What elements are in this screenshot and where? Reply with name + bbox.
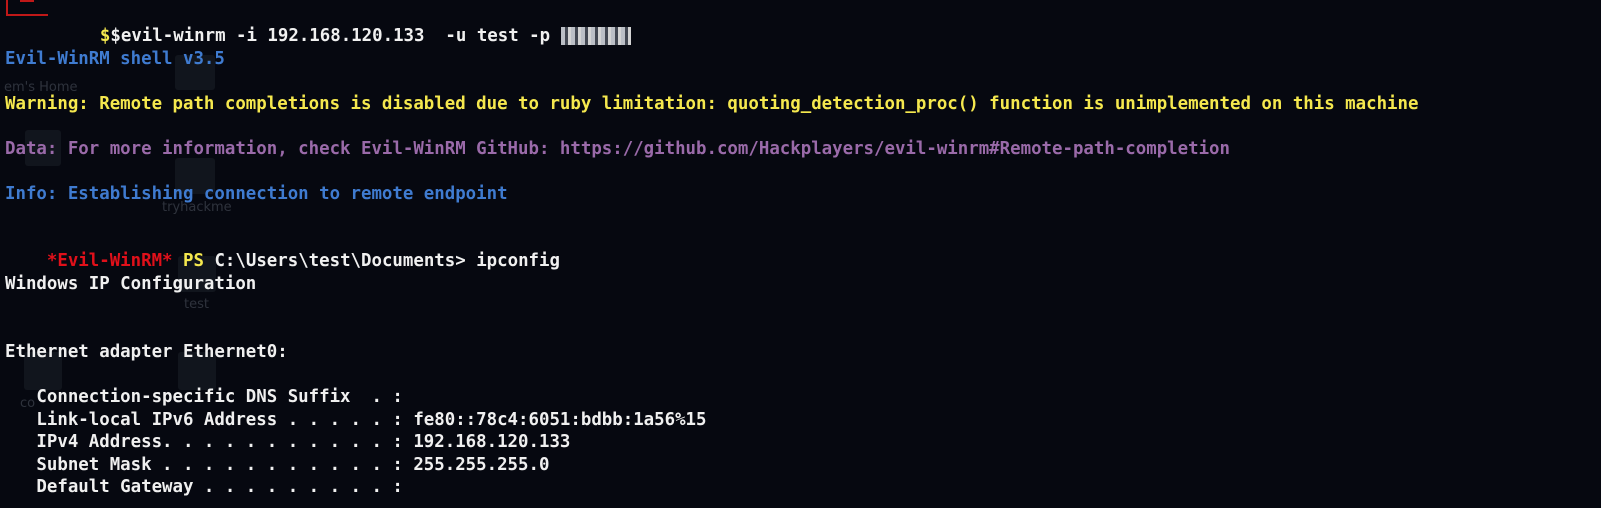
- ps-prompt-line: *Evil-WinRM* PS C:\Users\test\Documents>…: [5, 228, 560, 271]
- evil-winrm-banner: Evil-WinRM shell v3.5: [5, 49, 225, 69]
- output-row: Link-local IPv6 Address . . . . . : fe80…: [5, 410, 707, 430]
- command-line: $$evil-winrm -i 192.168.120.133 -u test …: [58, 3, 631, 46]
- terminal-window[interactable]: em's Home tryhackme test co $$evil-winrm…: [0, 0, 1601, 508]
- output-row: Subnet Mask . . . . . . . . . . . : 255.…: [5, 455, 550, 475]
- adapter-header: Ethernet adapter Ethernet0:: [5, 342, 288, 362]
- winrm-prompt-tag: *Evil-WinRM*: [46, 251, 173, 271]
- command-text: $evil-winrm -i 192.168.120.133 -u test -…: [110, 26, 561, 46]
- warning-line: Warning: Remote path completions is disa…: [5, 94, 1419, 114]
- command-dollar-prefix: $: [99, 26, 111, 46]
- output-row: Connection-specific DNS Suffix . :: [5, 387, 403, 407]
- masked-password: [560, 27, 631, 45]
- prompt-bracket-top-icon: [20, 0, 34, 2]
- ps-path-command: C:\Users\test\Documents> ipconfig: [203, 251, 560, 271]
- prompt-bracket-icon: [6, 0, 48, 16]
- data-line: Data: For more information, check Evil-W…: [5, 139, 1230, 159]
- info-line: Info: Establishing connection to remote …: [5, 184, 508, 204]
- output-row: IPv4 Address. . . . . . . . . . . : 192.…: [5, 432, 571, 452]
- ip-config-title: Windows IP Configuration: [5, 274, 257, 294]
- desktop-test-label: test: [184, 297, 209, 312]
- ps-label: PS: [183, 251, 204, 271]
- output-row: Default Gateway . . . . . . . . . :: [5, 477, 403, 497]
